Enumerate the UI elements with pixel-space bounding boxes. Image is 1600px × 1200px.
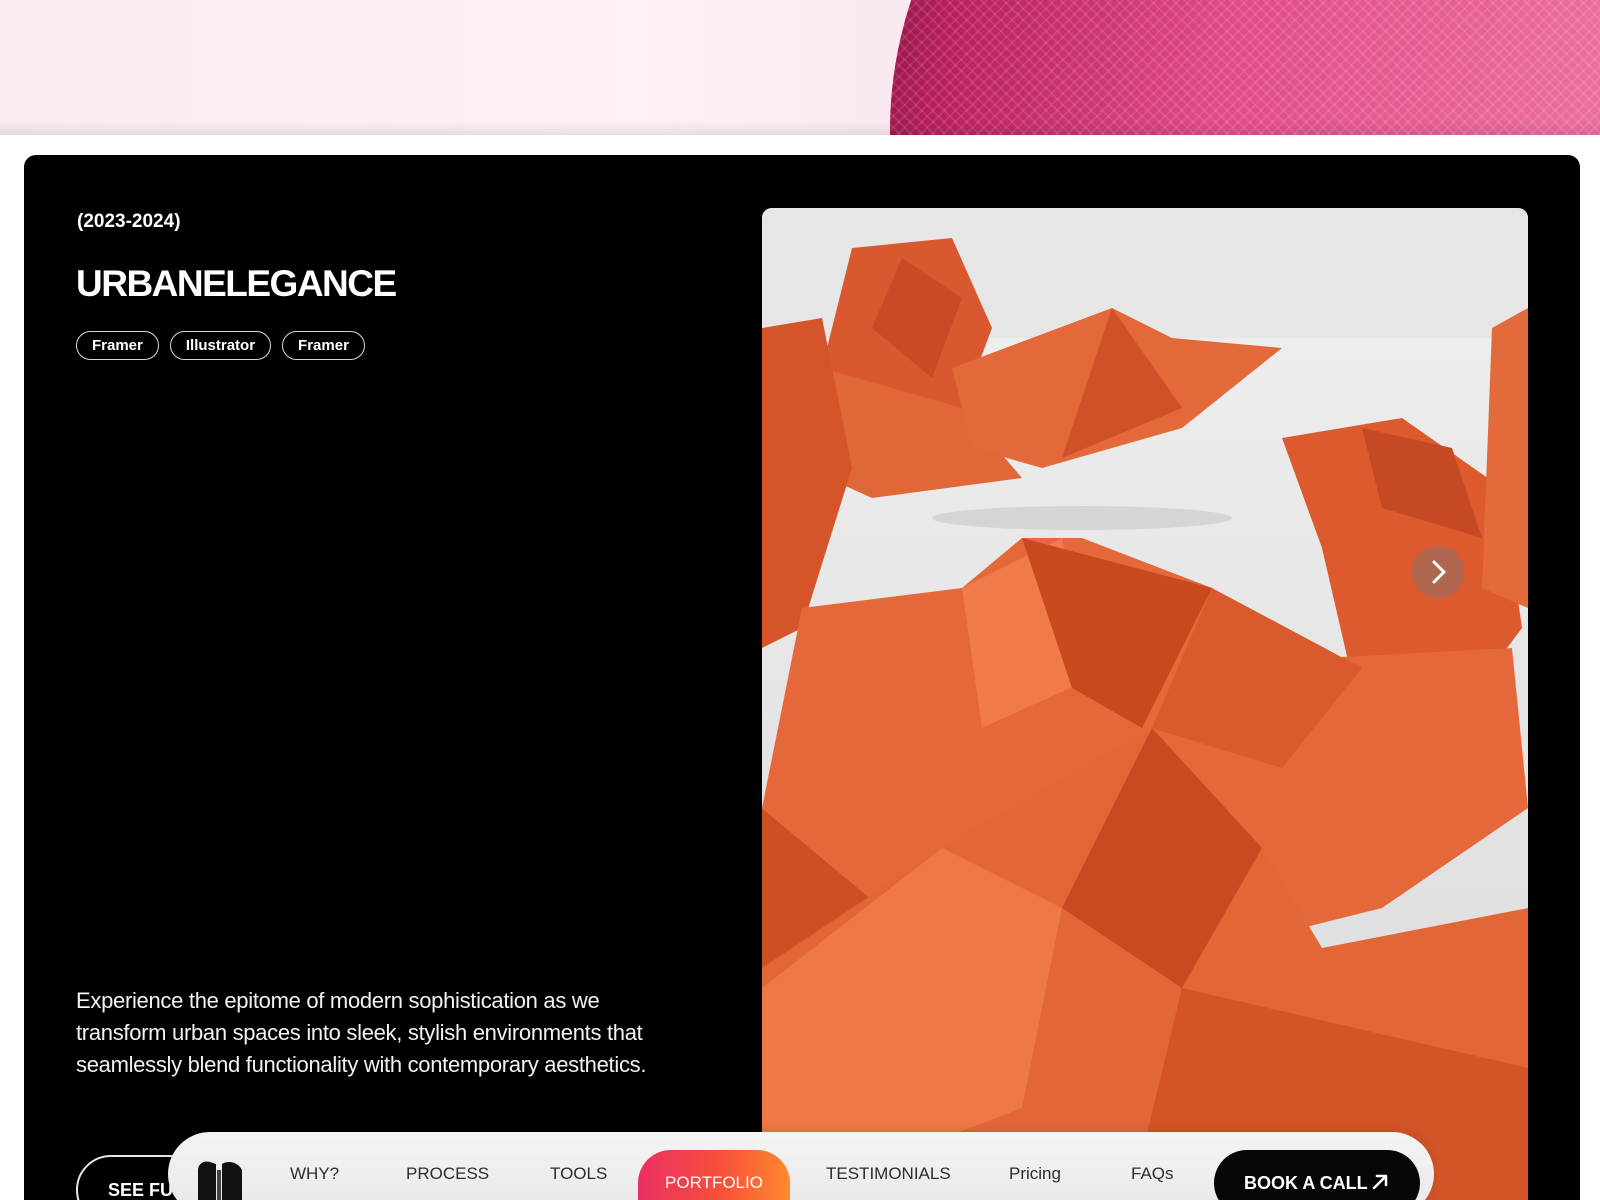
nav-item-portfolio[interactable]: PORTFOLIO [638, 1150, 790, 1200]
nav-item-faqs[interactable]: FAQs [1131, 1132, 1174, 1200]
arrow-up-right-icon [1372, 1174, 1388, 1190]
project-description: Experience the epitome of modern sophist… [76, 988, 647, 1077]
nav-item-process[interactable]: PROCESS [406, 1132, 489, 1200]
logo-icon[interactable] [196, 1158, 244, 1200]
tag-framer-2: Framer [282, 331, 365, 360]
project-image [762, 208, 1528, 1200]
book-a-call-button[interactable]: BOOK A CALL [1214, 1150, 1420, 1200]
banner-swoosh-graphic [890, 0, 1600, 135]
tag-illustrator: Illustrator [169, 331, 272, 360]
tag-framer: Framer [76, 331, 159, 360]
book-a-call-label: BOOK A CALL [1244, 1173, 1368, 1193]
origami-swans-photo [762, 208, 1528, 1200]
project-tags: Framer Illustrator Framer [76, 331, 365, 360]
nav-item-why[interactable]: WHY? [290, 1132, 339, 1200]
project-card: (2023-2024) URBANELEGANCE Framer Illustr… [24, 155, 1580, 1200]
next-image-button[interactable] [1412, 546, 1464, 598]
nav-item-testimonials[interactable]: TESTIMONIALS [826, 1132, 951, 1200]
project-title: URBANELEGANCE [76, 263, 397, 304]
chevron-right-icon [1432, 560, 1446, 584]
project-years: (2023-2024) [77, 211, 181, 232]
nav-item-tools[interactable]: TOOLS [550, 1132, 607, 1200]
bottom-nav-bar: WHY? PROCESS TOOLS PORTFOLIO TESTIMONIAL… [168, 1132, 1434, 1200]
nav-item-pricing[interactable]: Pricing [1009, 1132, 1061, 1200]
banner-divider [0, 121, 1600, 135]
top-banner [0, 0, 1600, 135]
